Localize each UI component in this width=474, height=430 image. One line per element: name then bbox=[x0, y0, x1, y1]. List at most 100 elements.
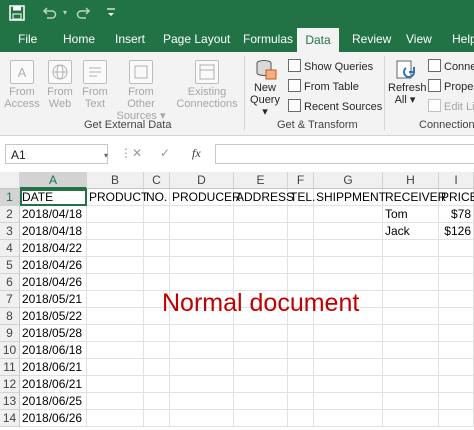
cell-f4[interactable] bbox=[288, 240, 314, 257]
save-icon[interactable] bbox=[8, 4, 26, 22]
cell-g2[interactable] bbox=[314, 206, 383, 223]
cell-h13[interactable] bbox=[383, 393, 439, 410]
undo-icon[interactable] bbox=[40, 4, 58, 22]
row-header-12[interactable]: 12 bbox=[0, 376, 20, 393]
tab-insert[interactable]: Insert bbox=[115, 26, 145, 52]
cell-d4[interactable] bbox=[170, 240, 234, 257]
existing-connections-button[interactable]: Existing Connections bbox=[176, 60, 238, 110]
cell-c13[interactable] bbox=[144, 393, 170, 410]
cell-i14[interactable] bbox=[439, 410, 474, 427]
tab-data[interactable]: Data bbox=[297, 28, 339, 52]
cell-h2[interactable]: Tom bbox=[383, 206, 439, 223]
cell-e1[interactable]: ADDRESS bbox=[234, 189, 294, 206]
cell-h1[interactable]: RECEIVER bbox=[383, 189, 446, 206]
cell-c1[interactable]: NO. bbox=[144, 189, 170, 206]
cell-f14[interactable] bbox=[288, 410, 314, 427]
from-other-sources-button[interactable]: From Other Sources ▾ bbox=[113, 60, 169, 122]
redo-icon[interactable] bbox=[75, 4, 93, 22]
cell-a1[interactable]: DATE bbox=[20, 189, 87, 206]
cell-g3[interactable] bbox=[314, 223, 383, 240]
connections-button[interactable]: Conne bbox=[428, 59, 474, 74]
cell-f13[interactable] bbox=[288, 393, 314, 410]
cell-g14[interactable] bbox=[314, 410, 383, 427]
cell-c10[interactable] bbox=[144, 342, 170, 359]
column-header-f[interactable]: F bbox=[288, 172, 314, 189]
customize-qat-icon[interactable] bbox=[104, 4, 118, 22]
row-header-4[interactable]: 4 bbox=[0, 240, 20, 257]
cell-c9[interactable] bbox=[144, 325, 170, 342]
cell-h9[interactable] bbox=[383, 325, 439, 342]
cell-g9[interactable] bbox=[314, 325, 383, 342]
cell-f1[interactable]: TEL. bbox=[288, 189, 315, 206]
cell-i10[interactable] bbox=[439, 342, 474, 359]
cell-g4[interactable] bbox=[314, 240, 383, 257]
cell-d10[interactable] bbox=[170, 342, 234, 359]
show-queries-button[interactable]: Show Queries bbox=[288, 59, 373, 74]
tab-formulas[interactable]: Formulas bbox=[243, 26, 293, 52]
row-header-6[interactable]: 6 bbox=[0, 274, 20, 291]
cell-h5[interactable] bbox=[383, 257, 439, 274]
cell-f10[interactable] bbox=[288, 342, 314, 359]
cell-g10[interactable] bbox=[314, 342, 383, 359]
cell-b10[interactable] bbox=[87, 342, 144, 359]
cell-c11[interactable] bbox=[144, 359, 170, 376]
properties-button[interactable]: Prope bbox=[428, 79, 473, 94]
cell-h7[interactable] bbox=[383, 291, 439, 308]
name-box-dropdown-icon[interactable]: ▾ bbox=[104, 151, 108, 160]
insert-function-icon[interactable]: fx bbox=[192, 146, 201, 161]
column-header-a[interactable]: A bbox=[20, 172, 87, 189]
row-header-5[interactable]: 5 bbox=[0, 257, 20, 274]
row-header-13[interactable]: 13 bbox=[0, 393, 20, 410]
cell-a7[interactable]: 2018/05/21 bbox=[20, 291, 87, 308]
cell-d13[interactable] bbox=[170, 393, 234, 410]
cell-b2[interactable] bbox=[87, 206, 144, 223]
cell-b14[interactable] bbox=[87, 410, 144, 427]
cell-i6[interactable] bbox=[439, 274, 474, 291]
cell-f2[interactable] bbox=[288, 206, 314, 223]
cell-e9[interactable] bbox=[234, 325, 288, 342]
cell-d1[interactable]: PRODUCER bbox=[170, 189, 241, 206]
cell-a11[interactable]: 2018/06/21 bbox=[20, 359, 87, 376]
cell-i9[interactable] bbox=[439, 325, 474, 342]
column-header-g[interactable]: G bbox=[314, 172, 383, 189]
cell-d3[interactable] bbox=[170, 223, 234, 240]
cell-i7[interactable] bbox=[439, 291, 474, 308]
formula-input[interactable] bbox=[215, 144, 474, 164]
cell-f9[interactable] bbox=[288, 325, 314, 342]
cell-a12[interactable]: 2018/06/21 bbox=[20, 376, 87, 393]
cell-b12[interactable] bbox=[87, 376, 144, 393]
row-header-11[interactable]: 11 bbox=[0, 359, 20, 376]
cell-i4[interactable] bbox=[439, 240, 474, 257]
cell-c2[interactable] bbox=[144, 206, 170, 223]
name-box[interactable]: A1 bbox=[5, 144, 108, 164]
cell-i11[interactable] bbox=[439, 359, 474, 376]
cell-b1[interactable]: PRODUCT bbox=[87, 189, 148, 206]
cell-b9[interactable] bbox=[87, 325, 144, 342]
cell-a9[interactable]: 2018/05/28 bbox=[20, 325, 87, 342]
cell-f12[interactable] bbox=[288, 376, 314, 393]
cancel-icon[interactable]: ✕ bbox=[132, 146, 142, 160]
cell-e12[interactable] bbox=[234, 376, 288, 393]
cell-h14[interactable] bbox=[383, 410, 439, 427]
cell-i5[interactable] bbox=[439, 257, 474, 274]
cell-g12[interactable] bbox=[314, 376, 383, 393]
from-table-button[interactable]: From Table bbox=[288, 79, 359, 94]
column-header-c[interactable]: C bbox=[144, 172, 170, 189]
cell-c3[interactable] bbox=[144, 223, 170, 240]
cell-f11[interactable] bbox=[288, 359, 314, 376]
cell-a2[interactable]: 2018/04/18 bbox=[20, 206, 87, 223]
cell-d12[interactable] bbox=[170, 376, 234, 393]
row-header-8[interactable]: 8 bbox=[0, 308, 20, 325]
cell-a8[interactable]: 2018/05/22 bbox=[20, 308, 87, 325]
cell-i12[interactable] bbox=[439, 376, 474, 393]
cell-a6[interactable]: 2018/04/26 bbox=[20, 274, 87, 291]
cell-h3[interactable]: Jack bbox=[383, 223, 439, 240]
column-header-i[interactable]: I bbox=[439, 172, 474, 189]
row-header-14[interactable]: 14 bbox=[0, 410, 20, 427]
column-header-e[interactable]: E bbox=[234, 172, 288, 189]
edit-links-button[interactable]: Edit Li bbox=[428, 99, 474, 114]
cell-b5[interactable] bbox=[87, 257, 144, 274]
cell-i3[interactable]: $126 bbox=[439, 223, 474, 240]
cell-b6[interactable] bbox=[87, 274, 144, 291]
cell-a10[interactable]: 2018/06/18 bbox=[20, 342, 87, 359]
